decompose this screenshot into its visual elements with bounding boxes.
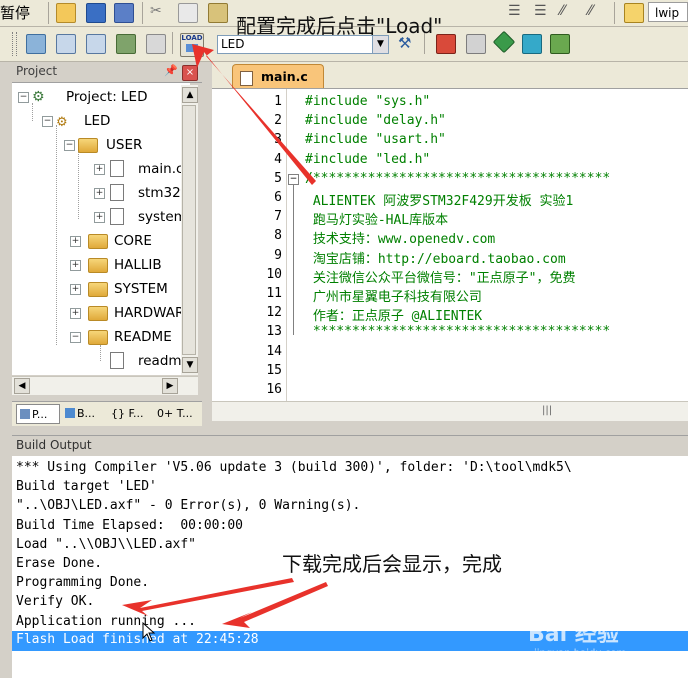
watermark-logo: Bai 经验: [528, 622, 619, 647]
watermark-url: jingyan.baidu.com: [534, 648, 627, 659]
arrow-to-load: [192, 44, 316, 185]
mouse-cursor-icon: [142, 622, 156, 642]
annotation-arrows: [122, 44, 328, 628]
